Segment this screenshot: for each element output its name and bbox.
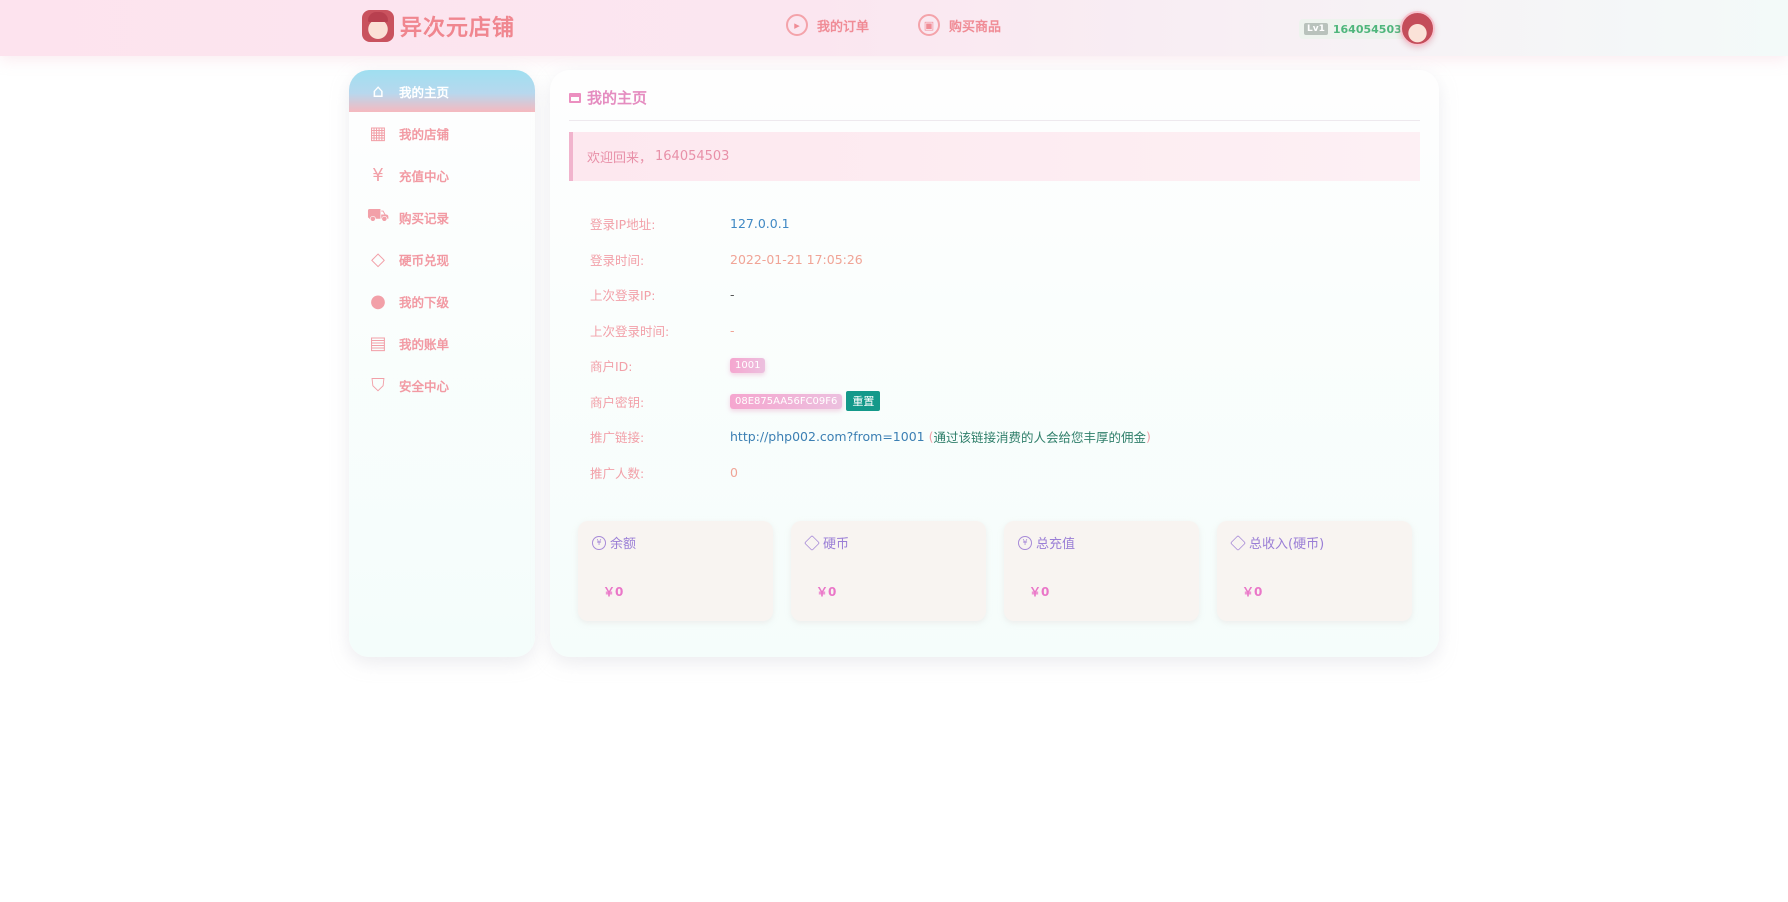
promo-link[interactable]: http://php002.com?from=1001 — [730, 429, 925, 444]
paren-open: ( — [924, 429, 934, 445]
info-row-login-ip: 登录IP地址: 127.0.0.1 — [590, 206, 1151, 242]
info-row-promo-count: 推广人数: 0 — [590, 455, 1151, 491]
paren-close: ) — [1146, 429, 1151, 445]
stat-card-label: 硬币 — [823, 537, 850, 552]
sidebar-item-recharge[interactable]: ¥ 充值中心 — [349, 154, 535, 196]
sidebar-item-subordinates[interactable]: ● 我的下级 — [349, 280, 535, 322]
top-bar: 异次元店铺 ▸ 我的订单 ▣ 购买商品 Lv1 164054503 — [0, 0, 1788, 56]
info-row-login-time: 登录时间: 2022-01-21 17:05:26 — [590, 242, 1151, 278]
stat-card-coins: 硬币 ￥0 — [791, 521, 986, 621]
stat-card-value: ￥0 — [1242, 585, 1263, 599]
reset-key-button[interactable]: 重置 — [846, 391, 881, 412]
info-label: 登录IP地址: — [590, 217, 656, 233]
account-info: 登录IP地址: 127.0.0.1 登录时间: 2022-01-21 17:05… — [590, 206, 1151, 490]
page-title: 我的主页 — [569, 87, 647, 108]
info-row-merchant-id: 商户ID: 1001 — [590, 348, 1151, 384]
info-row-last-time: 上次登录时间: - — [590, 313, 1151, 349]
welcome-prefix: 欢迎回来， — [587, 151, 653, 166]
avatar[interactable] — [1400, 11, 1435, 46]
merchant-id-badge: 1001 — [730, 358, 766, 374]
info-label: 商户ID: — [590, 359, 633, 375]
window-icon — [569, 92, 581, 103]
info-row-merchant-key: 商户密钥: 08E875AA56FC09F6 重置 — [590, 384, 1151, 420]
shop-icon: ▣ — [918, 14, 940, 36]
promo-count-value: 0 — [730, 464, 738, 480]
last-ip-value: - — [730, 287, 735, 303]
sidebar-item-label: 我的主页 — [399, 84, 450, 100]
promo-note: 通过该链接消费的人会给您丰厚的佣金 — [933, 430, 1146, 446]
welcome-username: 164054503 — [655, 149, 730, 164]
info-row-last-ip: 上次登录IP: - — [590, 277, 1151, 313]
cart-icon: ⛟ — [366, 205, 390, 226]
last-time-value: - — [730, 322, 735, 338]
sidebar-item-store[interactable]: ▦ 我的店铺 — [349, 112, 535, 154]
login-ip-value: 127.0.0.1 — [730, 216, 790, 232]
sidebar-item-coin-cashout[interactable]: ◇ 硬币兑现 — [349, 238, 535, 280]
store-icon: ▦ — [369, 122, 387, 144]
home-icon: ⌂ — [372, 80, 384, 102]
sidebar-item-bills[interactable]: ▤ 我的账单 — [349, 322, 535, 364]
sidebar-item-label: 安全中心 — [399, 378, 450, 394]
sidebar-item-security[interactable]: ⛉ 安全中心 — [349, 364, 535, 406]
info-label: 登录时间: — [590, 252, 645, 268]
shield-icon: ⛉ — [371, 374, 385, 396]
info-row-promo-link: 推广链接: http://php002.com?from=1001 (通过该链接… — [590, 419, 1151, 455]
divider — [569, 120, 1420, 121]
stat-card-value: ￥0 — [603, 585, 624, 599]
sidebar-item-label: 我的账单 — [399, 336, 450, 352]
sidebar-item-label: 充值中心 — [399, 168, 450, 184]
nav-my-orders-label: 我的订单 — [817, 19, 870, 35]
diamond-icon — [1230, 534, 1246, 551]
brand-logo-icon — [362, 10, 394, 42]
info-label: 推广人数: — [590, 465, 645, 481]
login-time-value: 2022-01-21 17:05:26 — [730, 251, 863, 267]
user-icon: ● — [370, 290, 386, 312]
info-label: 商户密钥: — [590, 394, 645, 410]
stat-card-total-income: 总收入(硬币) ￥0 — [1217, 521, 1412, 621]
main-panel: 我的主页 欢迎回来， 164054503 登录IP地址: 127.0.0.1 登… — [550, 70, 1439, 657]
brand[interactable]: 异次元店铺 — [362, 10, 515, 42]
user-info[interactable]: Lv1 164054503 — [1299, 19, 1407, 39]
nav-buy-goods[interactable]: ▣ 购买商品 — [918, 14, 1001, 36]
yen-icon: ¥ — [592, 535, 606, 550]
info-label: 上次登录IP: — [590, 288, 656, 304]
brand-name: 异次元店铺 — [400, 16, 516, 41]
sidebar-item-label: 我的店铺 — [399, 126, 450, 142]
stat-card-balance: ¥ 余额 ￥0 — [578, 521, 773, 621]
info-label: 推广链接: — [590, 430, 645, 446]
stat-card-label: 总充值 — [1036, 537, 1076, 552]
info-label: 上次登录时间: — [590, 323, 670, 339]
stat-card-value: ￥0 — [816, 585, 837, 599]
sidebar-item-label: 我的下级 — [399, 294, 450, 310]
sidebar-item-home[interactable]: ⌂ 我的主页 — [349, 70, 535, 112]
diamond-icon — [804, 534, 820, 551]
stat-card-label: 余额 — [610, 537, 637, 552]
yen-icon: ¥ — [1018, 535, 1032, 550]
sidebar-item-label: 购买记录 — [399, 210, 450, 226]
merchant-key-badge: 08E875AA56FC09F6 — [730, 393, 843, 409]
sidebar: ⌂ 我的主页 ▦ 我的店铺 ¥ 充值中心 ⛟ 购买记录 ◇ 硬币兑现 ● 我的下… — [349, 70, 535, 657]
diamond-icon: ◇ — [371, 248, 385, 270]
yen-icon: ¥ — [372, 164, 384, 186]
stat-card-total-recharge: ¥ 总充值 ￥0 — [1004, 521, 1199, 621]
page-title-text: 我的主页 — [587, 89, 648, 107]
sidebar-item-purchase-history[interactable]: ⛟ 购买记录 — [349, 196, 535, 238]
order-icon: ▸ — [786, 14, 808, 36]
username: 164054503 — [1332, 22, 1402, 36]
stat-card-value: ￥0 — [1029, 585, 1050, 599]
nav-buy-goods-label: 购买商品 — [949, 19, 1002, 35]
welcome-banner: 欢迎回来， 164054503 — [569, 132, 1420, 181]
stat-card-label: 总收入(硬币) — [1249, 537, 1325, 552]
clipboard-icon: ▤ — [369, 332, 387, 354]
stat-cards: ¥ 余额 ￥0 硬币 ￥0 ¥ 总充值 ￥0 总收入(硬币) ￥0 — [578, 521, 1412, 621]
sidebar-item-label: 硬币兑现 — [399, 252, 450, 268]
level-badge: Lv1 — [1304, 23, 1328, 35]
nav-my-orders[interactable]: ▸ 我的订单 — [786, 14, 869, 36]
